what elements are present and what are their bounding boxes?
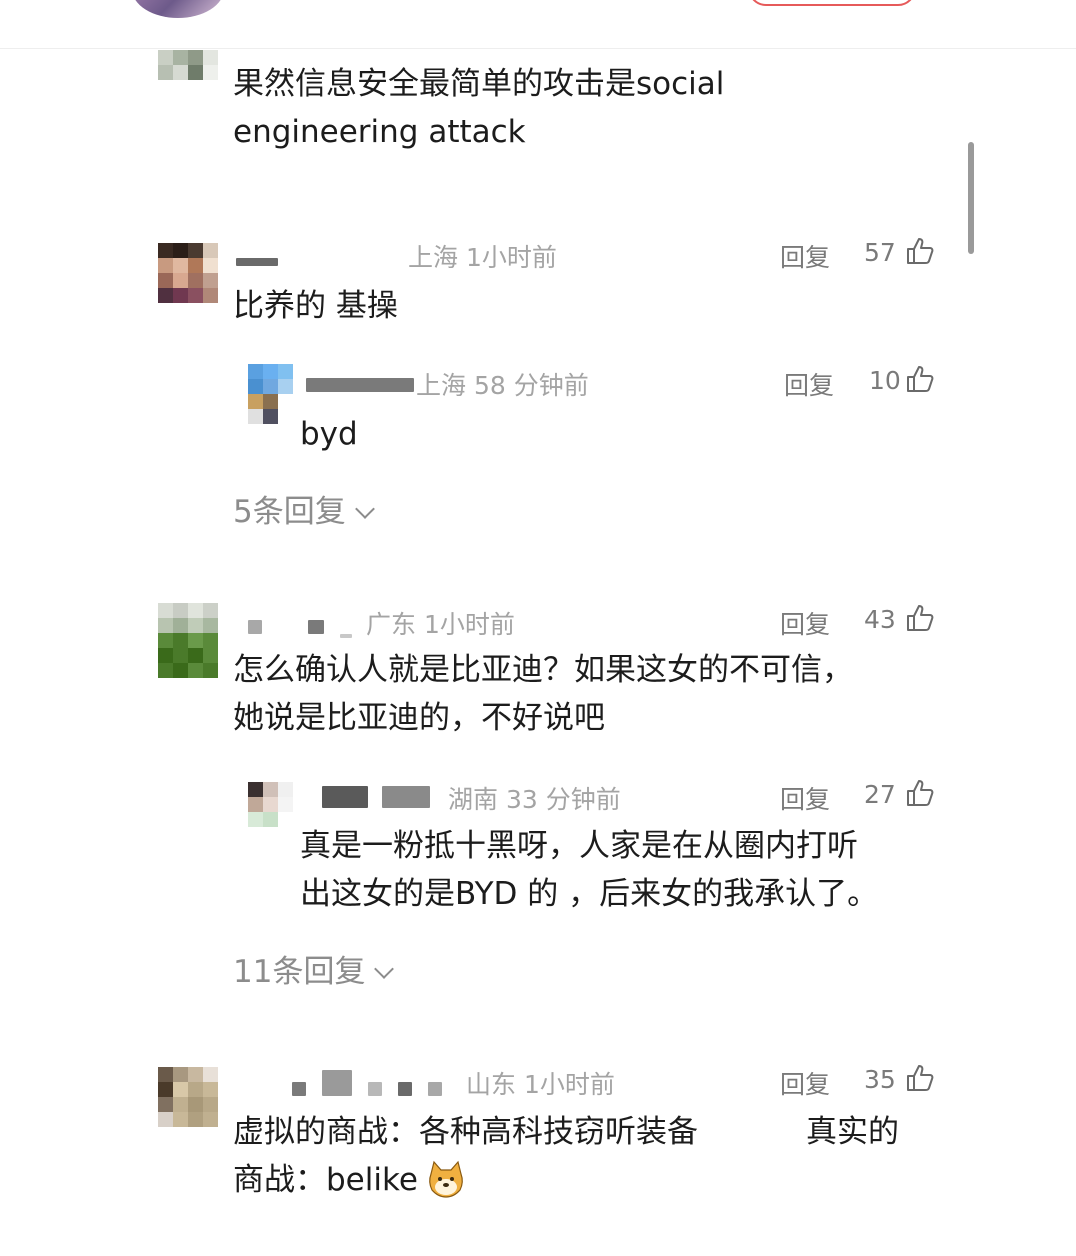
reply-button[interactable]: 回复 [780, 238, 830, 274]
follow-button[interactable] [748, 0, 916, 6]
like-count: 35 [864, 1065, 896, 1094]
reply-button[interactable]: 回复 [780, 780, 830, 816]
comment-text-line2: 她说是比亚迪的，不好说吧 [233, 700, 605, 736]
reply-text-line2: 出这女的是BYD 的 ，后来女的我承认了。 [300, 876, 879, 912]
doge-emoji [429, 1160, 463, 1198]
username-redacted [308, 620, 324, 634]
comment-text: 怎么确认人就是比亚迪？如果这女的不可信， [233, 652, 853, 688]
reply-button[interactable]: 回复 [780, 605, 830, 641]
reply-avatar[interactable] [248, 364, 293, 424]
expand-replies[interactable]: 11条回复 [233, 946, 395, 991]
comment-meta: 山东 1小时前 [466, 1070, 615, 1099]
like-count: 10 [869, 366, 901, 395]
username-redacted [398, 1082, 412, 1096]
comment-text: 虚拟的商战：各种高科技窃听装备 [233, 1114, 698, 1150]
expand-replies-label: 11条回复 [233, 954, 366, 990]
chevron-down-icon [374, 959, 395, 979]
username-redacted [322, 1070, 352, 1096]
reply-meta: 上海 58 分钟前 [416, 371, 589, 400]
comment-text-line2: engineering attack [233, 114, 526, 150]
like-count: 57 [864, 238, 896, 267]
comment-text: 果然信息安全最简单的攻击是social [233, 66, 725, 102]
comment-meta: 上海 1小时前 [408, 243, 557, 272]
reply-text: 真是一粉抵十黑呀，人家是在从圈内打听 [300, 828, 858, 864]
comment-text-line2: 商战：belike [233, 1162, 418, 1198]
thumbs-up-icon[interactable] [905, 778, 935, 808]
username-redacted [382, 786, 430, 808]
username-redacted[interactable] [306, 378, 414, 392]
reply-avatar[interactable] [248, 782, 293, 827]
username-redacted [428, 1082, 442, 1096]
chevron-down-icon [354, 499, 375, 519]
username-redacted [340, 634, 352, 638]
reply-button[interactable]: 回复 [780, 1065, 830, 1101]
like-count: 43 [864, 605, 896, 634]
reply-text: byd [300, 416, 358, 452]
scrollbar[interactable] [968, 142, 974, 254]
username-redacted[interactable] [292, 1082, 306, 1096]
thumbs-up-icon[interactable] [905, 1063, 935, 1093]
username-redacted[interactable] [248, 620, 262, 634]
thumbs-up-icon[interactable] [905, 236, 935, 266]
comment-avatar[interactable] [158, 1067, 218, 1127]
comment-avatar[interactable] [158, 243, 218, 303]
comment-text: 比养的 基操 [233, 288, 398, 324]
expand-replies[interactable]: 5条回复 [233, 486, 375, 531]
username-redacted [368, 1082, 382, 1096]
comment-avatar[interactable] [158, 603, 218, 678]
username-redacted[interactable] [322, 786, 368, 808]
like-count: 27 [864, 780, 896, 809]
reply-meta: 湖南 33 分钟前 [448, 785, 621, 814]
comment-avatar[interactable] [158, 50, 218, 80]
comment-meta: 广东 1小时前 [366, 610, 515, 639]
thumbs-up-icon[interactable] [905, 603, 935, 633]
username-redacted[interactable] [236, 258, 278, 266]
expand-replies-label: 5条回复 [233, 494, 346, 530]
thumbs-up-icon[interactable] [905, 364, 935, 394]
reply-button[interactable]: 回复 [784, 366, 834, 402]
comment-text-tail: 真实的 [806, 1114, 899, 1150]
